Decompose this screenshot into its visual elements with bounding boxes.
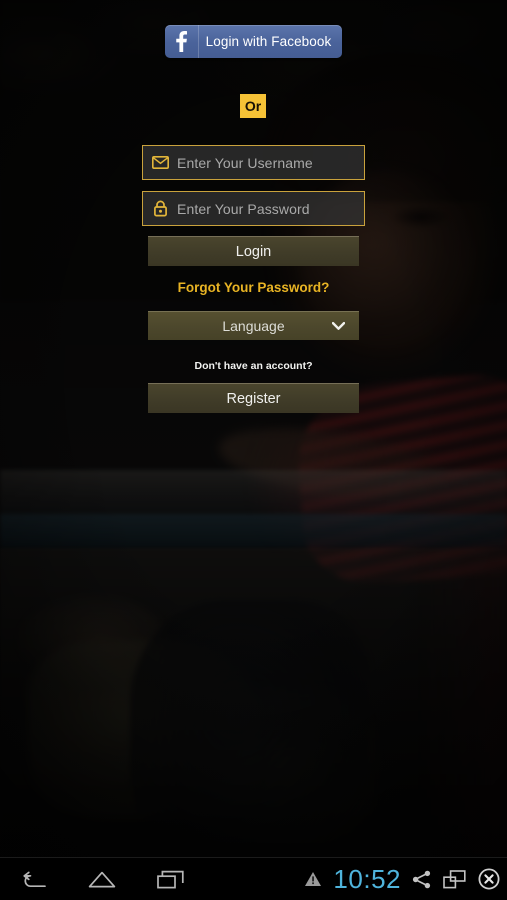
register-button[interactable]: Register [148,383,359,413]
language-select-value: Language [222,318,285,334]
close-circle-icon[interactable] [477,867,501,891]
warning-triangle-icon [304,871,322,887]
password-placeholder: Enter Your Password [177,200,310,217]
android-navigation-bar: 10:52 [0,857,507,900]
facebook-f-icon [165,25,199,58]
or-divider-badge: Or [240,94,266,118]
no-account-label: Don't have an account? [194,360,313,372]
recent-apps-icon[interactable] [136,858,204,900]
nav-buttons-group [0,858,204,900]
screen-cast-icon[interactable] [443,869,466,889]
username-placeholder: Enter Your Username [177,154,313,171]
back-arrow-icon[interactable] [0,858,68,900]
login-screen: Login with Facebook Or Enter Your Userna… [0,0,507,900]
share-icon[interactable] [412,870,432,889]
lock-icon [152,200,169,217]
language-select[interactable]: Language [148,311,359,340]
home-icon[interactable] [68,858,136,900]
facebook-button-label: Login with Facebook [205,34,332,49]
envelope-icon [152,154,169,171]
login-button[interactable]: Login [148,236,359,266]
chevron-down-icon [332,321,345,331]
username-input[interactable]: Enter Your Username [142,145,365,180]
forgot-password-link[interactable]: Forgot Your Password? [0,280,507,295]
login-with-facebook-button[interactable]: Login with Facebook [165,25,342,58]
login-form: Login with Facebook Or Enter Your Userna… [0,0,507,858]
status-clock: 10:52 [333,863,401,894]
status-icons-group: 10:52 [304,858,501,900]
password-input[interactable]: Enter Your Password [142,191,365,226]
